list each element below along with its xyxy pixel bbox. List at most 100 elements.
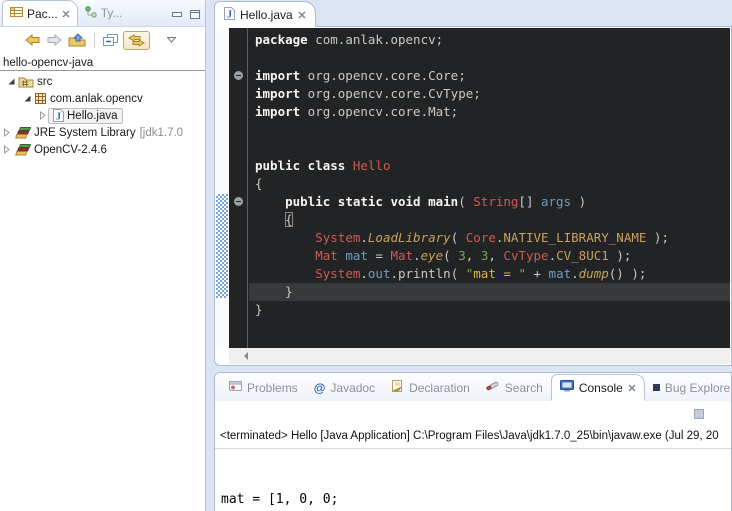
close-icon[interactable] — [628, 381, 636, 395]
tree-item-label: com.anlak.opencv — [50, 93, 143, 105]
minimize-icon[interactable] — [172, 6, 182, 24]
editor-frame: package com.anlak.opencv; import org.open… — [214, 26, 732, 366]
collapse-arrow-icon[interactable] — [6, 77, 16, 86]
tab-problems[interactable]: Problems — [221, 374, 306, 401]
tab-declaration[interactable]: Declaration — [383, 374, 478, 401]
bug-icon — [653, 384, 660, 391]
tree-item-package[interactable]: com.anlak.opencv — [0, 90, 205, 107]
collapse-arrow-icon[interactable] — [22, 94, 32, 103]
type-hierarchy-icon — [85, 6, 97, 21]
code-line[interactable] — [249, 139, 730, 157]
code-line[interactable] — [249, 49, 730, 67]
toolbar-separator — [94, 33, 95, 48]
package-explorer-toolbar — [0, 28, 205, 52]
tab-type-hierarchy[interactable]: Ty... — [78, 0, 130, 26]
tree-item-decorator: [jdk1.7.0 — [140, 127, 183, 139]
tree-item-opencv-library[interactable]: OpenCV-2.4.6 — [0, 141, 205, 158]
close-icon[interactable] — [298, 8, 306, 22]
console-frame: Problems @ Javadoc Declaration Search Co… — [214, 372, 732, 511]
source-folder-icon — [18, 75, 34, 88]
fold-collapse-icon[interactable] — [234, 71, 243, 80]
tab-label: Hello.java — [240, 8, 293, 22]
forward-icon[interactable] — [46, 34, 63, 46]
expand-arrow-icon[interactable] — [38, 111, 48, 120]
code-line[interactable]: { — [249, 175, 730, 193]
code-line[interactable]: import org.opencv.core.Core; — [249, 67, 730, 85]
expand-arrow-icon[interactable] — [2, 145, 12, 154]
svg-text:J: J — [56, 112, 61, 123]
code-line[interactable] — [249, 121, 730, 139]
horizontal-scrollbar[interactable] — [229, 348, 730, 364]
problems-icon — [229, 380, 242, 395]
java-file-icon: J — [224, 7, 235, 23]
code-line[interactable]: Mat mat = Mat.eye( 3, 3, CvType.CV_8UC1 … — [249, 247, 730, 265]
eclipse-workbench: Pac... Ty... hello-opencv-java — [0, 0, 732, 511]
project-label: hello-opencv-java — [3, 57, 93, 69]
tab-label: Console — [579, 381, 623, 395]
maximize-icon[interactable] — [190, 6, 200, 24]
code-editor[interactable]: package com.anlak.opencv; import org.open… — [229, 28, 730, 348]
terminate-icon[interactable] — [694, 409, 704, 419]
package-explorer-panel: Pac... Ty... hello-opencv-java — [0, 0, 206, 511]
console-window: Problems @ Javadoc Declaration Search Co… — [214, 372, 732, 511]
selected-item-highlight: J Hello.java — [48, 108, 123, 124]
fold-ruler[interactable] — [229, 28, 248, 348]
code-line[interactable]: import org.opencv.core.CvType; — [249, 85, 730, 103]
tree-item-label: OpenCV-2.4.6 — [34, 144, 107, 156]
code-line[interactable]: System.out.println( "mat = " + mat.dump(… — [249, 265, 730, 283]
tab-package-explorer[interactable]: Pac... — [2, 0, 78, 26]
tab-hello-java[interactable]: J Hello.java — [214, 1, 316, 27]
java-file-icon: J — [53, 109, 64, 122]
code-line[interactable]: } — [249, 301, 730, 319]
tree-item-label: JRE System Library — [34, 127, 136, 139]
tab-label: Pac... — [27, 7, 58, 21]
collapse-all-icon[interactable] — [103, 34, 118, 47]
code-line[interactable]: package com.anlak.opencv; — [249, 31, 730, 49]
view-menu-icon[interactable] — [167, 37, 176, 43]
code-line[interactable]: public static void main( String[] args ) — [249, 193, 730, 211]
tab-javadoc[interactable]: @ Javadoc — [306, 374, 383, 401]
tree-item-src[interactable]: src — [0, 73, 205, 90]
tree-item-label: src — [37, 76, 52, 88]
tab-label: Declaration — [409, 381, 470, 395]
code-area[interactable]: package com.anlak.opencv; import org.open… — [249, 31, 730, 319]
tree-item-project[interactable]: hello-opencv-java — [0, 55, 205, 71]
code-line[interactable]: public class Hello — [249, 157, 730, 175]
library-icon — [14, 127, 31, 139]
code-line[interactable]: { — [249, 211, 730, 229]
tree-item-label: Hello.java — [67, 110, 118, 122]
code-line[interactable]: } — [249, 283, 730, 301]
tree-item-jre-library[interactable]: JRE System Library [jdk1.7.0 — [0, 124, 205, 141]
expand-arrow-icon[interactable] — [2, 128, 12, 137]
close-icon[interactable] — [62, 7, 70, 21]
back-icon[interactable] — [24, 34, 41, 46]
tab-bug-explorer[interactable]: Bug Explorer — [645, 374, 731, 401]
console-tabbar: Problems @ Javadoc Declaration Search Co… — [215, 373, 731, 401]
link-with-editor-icon[interactable] — [123, 31, 150, 50]
console-output[interactable]: mat = [1, 0, 0; 0, 1, 0; 0, 0, 1] — [221, 450, 338, 511]
package-explorer-icon — [10, 6, 23, 21]
declaration-icon — [391, 380, 404, 395]
tree-item-hello-java[interactable]: J Hello.java — [0, 107, 205, 124]
range-indicator — [216, 194, 228, 298]
scroll-left-icon[interactable] — [243, 347, 249, 365]
javadoc-icon: @ — [314, 381, 326, 395]
editor-window: J Hello.java package com.anlak.opencv; im… — [214, 0, 732, 366]
library-icon — [14, 144, 31, 156]
package-icon — [34, 92, 47, 105]
tab-label: Problems — [247, 381, 298, 395]
tab-search[interactable]: Search — [478, 374, 551, 401]
package-explorer-tabbar: Pac... Ty... — [0, 0, 205, 27]
tab-console[interactable]: Console — [551, 374, 645, 401]
fold-collapse-icon[interactable] — [234, 197, 243, 206]
code-line[interactable]: System.LoadLibrary( Core.NATIVE_LIBRARY_… — [249, 229, 730, 247]
tab-label: Bug Explorer — [665, 381, 731, 395]
annotation-ruler[interactable] — [216, 28, 229, 348]
project-tree: hello-opencv-java src com.anlak.opencv J — [0, 55, 205, 158]
console-status-line: <terminated> Hello [Java Application] C:… — [220, 430, 731, 442]
up-folder-icon[interactable] — [68, 33, 86, 47]
code-line[interactable]: import org.opencv.core.Mat; — [249, 103, 730, 121]
tab-label: Ty... — [101, 6, 123, 20]
tab-label: Javadoc — [330, 381, 375, 395]
svg-text:J: J — [227, 9, 232, 20]
